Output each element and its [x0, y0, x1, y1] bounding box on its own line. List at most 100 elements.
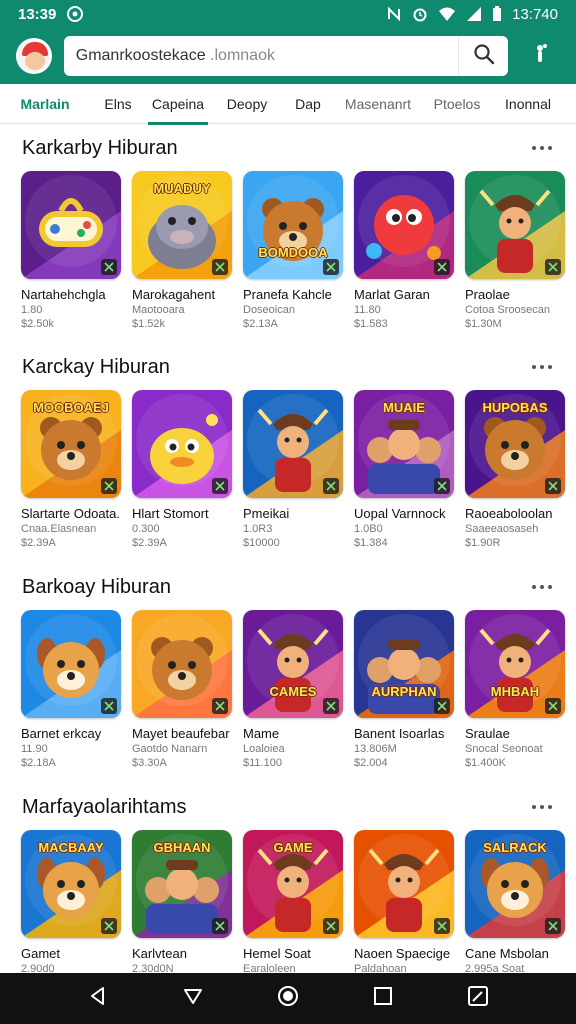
tab-label: Elns [104, 95, 132, 112]
app-name: Pmeikai [243, 506, 290, 521]
tab-label: Marlain [20, 95, 70, 112]
tab-label: Inonnal [505, 95, 551, 112]
more-options-icon[interactable] [532, 146, 554, 150]
app-card[interactable]: MUADUY Marokagahent Maotooara $1.52k [132, 171, 232, 330]
app-icon[interactable] [354, 171, 454, 279]
app-card[interactable]: MOOBOAEJ Slartarte Odoata. Cnaa.Elasnean $2… [21, 390, 121, 549]
app-price: $1.384 [354, 537, 388, 549]
tab-marlain[interactable]: Marlain [0, 84, 90, 124]
app-card[interactable]: Mayet beaufebar Gaotdo Nanarn $3.30A [132, 610, 232, 769]
app-card[interactable]: Praolae Cotoa Sroosecan $1.30M [465, 171, 565, 330]
search-icon [473, 43, 495, 70]
app-icon[interactable]: MHBAH [465, 610, 565, 718]
overflow-menu-button[interactable] [520, 36, 560, 76]
app-card[interactable]: MHBAH Sraulae Snocal Seonoat $1.400K [465, 610, 565, 769]
app-name: Uopal Varnnock [354, 506, 446, 521]
app-icon[interactable]: MACBAAY [21, 830, 121, 938]
recents-button[interactable] [361, 977, 405, 1021]
down-button[interactable] [171, 977, 215, 1021]
tab-label: Dap [295, 95, 321, 112]
app-card[interactable]: BOMDOOA Pranefa Kahcle Doseoican $2.13A [243, 171, 343, 330]
status-time-right: 13:740 [512, 5, 558, 23]
app-card[interactable]: HUPOBAS Raoeaboloolan Saaeeaosaseh $1.90R [465, 390, 565, 549]
app-icon[interactable]: AURPHAN [354, 610, 454, 718]
app-icon[interactable]: SALRACK [465, 830, 565, 938]
tab-ptoelos[interactable]: Ptoelos [426, 84, 488, 124]
status-time: 13:39 [18, 5, 57, 23]
app-price: $1.30M [465, 318, 502, 330]
app-card[interactable]: AURPHAN Banent Isoarlas 13.806M $2.004 [354, 610, 454, 769]
search-query[interactable]: Gmanrkoostekace .lomnaok [76, 47, 459, 65]
app-icon[interactable]: MOOBOAEJ [21, 390, 121, 498]
app-icon-title-text: BOMDOOA [258, 245, 328, 260]
app-icon[interactable] [21, 171, 121, 279]
tab-capeina[interactable]: Capeina [148, 84, 208, 125]
back-button[interactable] [76, 977, 120, 1021]
app-icon[interactable]: GBHAAN [132, 830, 232, 938]
app-card[interactable]: MUAIE Uopal Varnnock 1.0B0 $1.384 [354, 390, 454, 549]
app-name: Praolae [465, 287, 510, 302]
app-price: $11.100 [243, 757, 282, 769]
app-store-screen: 13:39 13:740 Gmanrkoostekace .lomnaok Ma… [0, 0, 576, 1024]
app-icon[interactable]: HUPOBAS [465, 390, 565, 498]
app-card[interactable]: Naoen Spaecige Paldahoan [354, 830, 454, 973]
section-title: Karckay Hiburan [22, 355, 170, 378]
tab-label: Ptoelos [433, 95, 481, 112]
app-card[interactable]: CAMES Mame Loaloiea $11.100 [243, 610, 343, 769]
app-icon[interactable]: GAME [243, 830, 343, 938]
app-icon-title-text: MUAIE [383, 400, 425, 415]
app-icon[interactable]: MUAIE [354, 390, 454, 498]
app-icon[interactable] [354, 830, 454, 938]
app-name: Naoen Spaecige [354, 946, 451, 961]
more-options-icon[interactable] [532, 365, 554, 369]
app-card[interactable]: GBHAAN Karlvtean 2.30d0N [132, 830, 232, 973]
tab-masenanrt[interactable]: Masenanrt [330, 84, 426, 124]
home-button[interactable] [266, 977, 310, 1021]
app-icon-title-text: CAMES [269, 684, 317, 699]
app-name: Banent Isoarlas [354, 726, 445, 741]
app-name: Slartarte Odoata. [21, 506, 120, 521]
app-card[interactable]: Pmeikai 1.0R3 $10000 [243, 390, 343, 549]
tab-inonnal[interactable]: Inonnal [488, 84, 568, 124]
avatar[interactable] [16, 38, 52, 74]
system-nav-bar [0, 973, 576, 1024]
app-card[interactable]: GAME Hemel Soat Earaloleen [243, 830, 343, 973]
app-card-row: Nartahehchgla 1.80 $2.50k MUADUY Marokagahen… [0, 171, 576, 330]
tab-elns[interactable]: Elns [90, 84, 146, 124]
app-icon-title-text: AURPHAN [371, 684, 437, 699]
tab-label: Capeina [151, 95, 205, 112]
app-name: Marlat Garan [354, 287, 430, 302]
app-card[interactable]: Nartahehchgla 1.80 $2.50k [21, 171, 121, 330]
app-icon[interactable]: MUADUY [132, 171, 232, 279]
app-icon[interactable] [243, 390, 343, 498]
app-name: Mayet beaufebar [132, 726, 230, 741]
app-subtitle: 2.30d0N [132, 963, 174, 973]
app-name: Nartahehchgla [21, 287, 106, 302]
edit-button[interactable] [456, 977, 500, 1021]
app-icon[interactable] [465, 171, 565, 279]
app-icon[interactable] [132, 610, 232, 718]
more-options-icon[interactable] [532, 585, 554, 589]
tab-dap[interactable]: Dap [286, 84, 330, 124]
app-icon[interactable]: BOMDOOA [243, 171, 343, 279]
app-icon[interactable] [132, 390, 232, 498]
app-section: Karckay Hiburan MOOBOAEJ Slartarte Odoata.… [0, 344, 576, 549]
app-name: Hemel Soat [243, 946, 311, 961]
search-button[interactable] [458, 36, 508, 76]
tab-label: Masenanrt [344, 95, 412, 112]
more-options-icon[interactable] [532, 805, 554, 809]
section-title: Marfayaolarihtams [22, 795, 187, 818]
app-icon[interactable]: CAMES [243, 610, 343, 718]
app-subtitle: 1.0B0 [354, 523, 383, 535]
app-price: $2.39A [21, 537, 56, 549]
tab-deopy[interactable]: Deopy [208, 84, 286, 124]
alarm-icon [412, 6, 428, 22]
app-card[interactable]: Barnet erkcay 11.90 $2.18A [21, 610, 121, 769]
app-card[interactable]: Hlart Stomort 0.300 $2.39A [132, 390, 232, 549]
app-subtitle: Paldahoan [354, 963, 407, 973]
app-card[interactable]: SALRACK Cane Msbolan 2.995a Soat [465, 830, 565, 973]
search-input[interactable]: Gmanrkoostekace .lomnaok [63, 36, 509, 76]
app-icon[interactable] [21, 610, 121, 718]
app-card[interactable]: Marlat Garan 11.80 $1.583 [354, 171, 454, 330]
app-card[interactable]: MACBAAY Gamet 2.90d0 [21, 830, 121, 973]
